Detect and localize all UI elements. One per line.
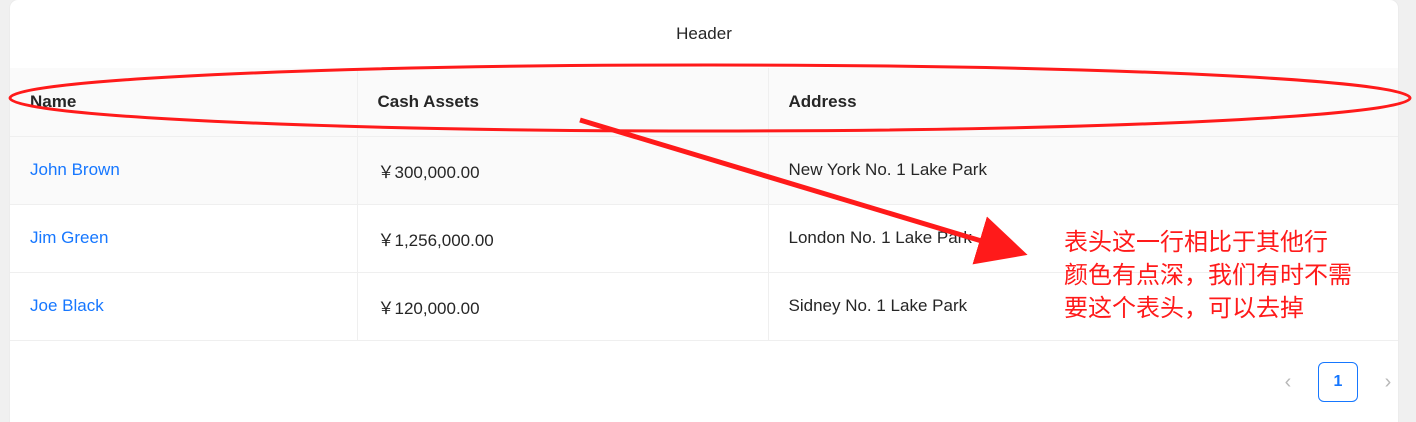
- page-1-button[interactable]: 1: [1318, 362, 1358, 402]
- table-title: Header: [10, 0, 1398, 69]
- name-link[interactable]: Joe Black: [30, 296, 104, 315]
- column-header-money: Cash Assets: [357, 68, 769, 137]
- prev-page-button[interactable]: ‹: [1268, 362, 1308, 402]
- table-row: John Brown ￥300,000.00 New York No. 1 La…: [10, 136, 1398, 205]
- money-cell: ￥120,000.00: [357, 272, 769, 341]
- chevron-left-icon: ‹: [1284, 370, 1292, 393]
- table-row: Jim Green ￥1,256,000.00 London No. 1 Lak…: [10, 204, 1398, 273]
- chevron-right-icon: ›: [1384, 370, 1392, 393]
- column-header-name: Name: [10, 68, 358, 137]
- table-row: Joe Black ￥120,000.00 Sidney No. 1 Lake …: [10, 272, 1398, 341]
- table-header-row: Name Cash Assets Address: [10, 68, 1398, 137]
- screenshot: Header Name Cash Assets Address John Bro…: [0, 0, 1416, 422]
- name-link[interactable]: John Brown: [30, 160, 120, 179]
- name-link[interactable]: Jim Green: [30, 228, 108, 247]
- address-cell: Sidney No. 1 Lake Park: [768, 272, 1398, 341]
- next-page-button[interactable]: ›: [1368, 362, 1398, 402]
- column-header-address: Address: [768, 68, 1398, 137]
- name-cell: John Brown: [10, 136, 358, 205]
- address-cell: New York No. 1 Lake Park: [768, 136, 1398, 205]
- name-cell: Jim Green: [10, 204, 358, 273]
- data-table: Name Cash Assets Address John Brown ￥300…: [10, 68, 1398, 341]
- table-card: Header Name Cash Assets Address John Bro…: [10, 0, 1398, 422]
- name-cell: Joe Black: [10, 272, 358, 341]
- address-cell: London No. 1 Lake Park: [768, 204, 1398, 273]
- money-cell: ￥1,256,000.00: [357, 204, 769, 273]
- money-cell: ￥300,000.00: [357, 136, 769, 205]
- pagination: ‹ 1 ›: [1268, 362, 1398, 402]
